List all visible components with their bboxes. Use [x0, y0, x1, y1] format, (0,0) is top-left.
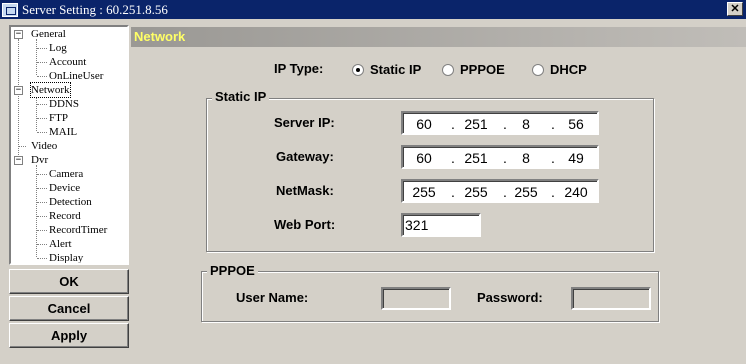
radio-label: Static IP — [370, 62, 422, 77]
web-port-input[interactable]: 321 — [401, 213, 481, 237]
ip-octet: 8 — [522, 150, 530, 166]
tree-item-label: Log — [49, 42, 67, 54]
user-name-label: User Name: — [236, 290, 309, 305]
tree-item-label: Camera — [49, 168, 84, 180]
ip-octet: 251 — [464, 150, 488, 166]
ip-octet: 8 — [522, 116, 530, 132]
radio-pppoe[interactable]: PPPOE — [442, 62, 505, 77]
ip-octet: 60 — [416, 116, 432, 132]
tree-connector — [37, 258, 47, 259]
tree-item-label: DDNS — [49, 98, 79, 110]
radio-static-ip[interactable]: Static IP — [352, 62, 421, 77]
tree-item-label: General — [31, 28, 66, 40]
web-port-label: Web Port: — [274, 217, 336, 232]
tree-connector — [36, 39, 37, 75]
radio-label: PPPOE — [460, 62, 505, 77]
app-icon — [2, 2, 18, 17]
radio-dhcp[interactable]: DHCP — [532, 62, 587, 77]
radio-icon[interactable] — [532, 63, 544, 76]
window-title: Server Setting : 60.251.8.56 — [22, 1, 168, 17]
tree-connector — [37, 104, 47, 105]
tree-connector — [18, 39, 19, 161]
password-input[interactable] — [571, 287, 651, 310]
tree-connector — [37, 174, 47, 175]
apply-button[interactable]: Apply — [9, 323, 129, 348]
settings-tree: − General Log Account OnLineUser − Netwo… — [9, 25, 129, 265]
collapse-icon[interactable]: − — [14, 86, 23, 95]
tree-item-label: Alert — [49, 238, 72, 250]
tree-item-label: Display — [49, 252, 84, 264]
ip-octet: 240 — [564, 184, 588, 200]
radio-icon[interactable] — [352, 63, 364, 76]
ip-octet: 60 — [416, 150, 432, 166]
tree-connector — [37, 216, 47, 217]
tree-connector — [37, 48, 47, 49]
netmask-input[interactable]: 255 . 255 . 255 . 240 — [401, 179, 599, 203]
tree-connector — [36, 95, 37, 131]
pppoe-group-title: PPPOE — [207, 264, 258, 278]
tree-item-label: Device — [49, 182, 81, 194]
tree-connector — [18, 146, 26, 147]
cancel-button[interactable]: Cancel — [9, 296, 129, 321]
tree-item-label: OnLineUser — [49, 70, 104, 82]
gateway-input[interactable]: 60 . 251 . 8 . 49 — [401, 145, 599, 169]
tree-connector — [37, 244, 47, 245]
radio-label: DHCP — [550, 62, 587, 77]
tree-item-label: Record — [49, 210, 81, 222]
tree-connector — [37, 76, 47, 77]
ip-type-label: IP Type: — [274, 61, 324, 76]
tree-connector — [37, 118, 47, 119]
close-icon: ✕ — [730, 2, 740, 15]
tree-item-label: Video — [31, 140, 58, 152]
tree-item-label: Account — [49, 56, 87, 68]
collapse-icon[interactable]: − — [14, 30, 23, 39]
radio-icon[interactable] — [442, 63, 454, 76]
server-ip-input[interactable]: 60 . 251 . 8 . 56 — [401, 111, 599, 135]
close-button[interactable]: ✕ — [727, 2, 743, 16]
ip-octet: 255 — [514, 184, 538, 200]
tree-item-label: RecordTimer — [49, 224, 108, 236]
server-ip-label: Server IP: — [274, 115, 335, 130]
ip-octet: 49 — [568, 150, 584, 166]
title-bar: Server Setting : 60.251.8.56 ✕ — [0, 0, 746, 19]
ip-octet: 56 — [568, 116, 584, 132]
collapse-icon[interactable]: − — [14, 156, 23, 165]
tree-connector — [37, 202, 47, 203]
gateway-label: Gateway: — [276, 149, 334, 164]
ip-octet: 251 — [464, 116, 488, 132]
tree-connector — [37, 132, 47, 133]
tree-item-label: MAIL — [49, 126, 78, 138]
tree-item-label: FTP — [49, 112, 68, 124]
password-label: Password: — [477, 290, 543, 305]
ip-octet: 255 — [464, 184, 488, 200]
static-ip-group-title: Static IP — [212, 90, 270, 104]
netmask-label: NetMask: — [276, 183, 334, 198]
user-name-input[interactable] — [381, 287, 451, 310]
tree-item-label: Detection — [49, 196, 92, 208]
ip-octet: 255 — [412, 184, 436, 200]
tree-item-label: Dvr — [31, 154, 49, 166]
tree-item-label: Network — [30, 82, 71, 98]
tree-connector — [37, 230, 47, 231]
panel-title: Network — [131, 27, 746, 47]
tree-connector — [37, 188, 47, 189]
ok-button[interactable]: OK — [9, 269, 129, 294]
tree-connector — [37, 62, 47, 63]
